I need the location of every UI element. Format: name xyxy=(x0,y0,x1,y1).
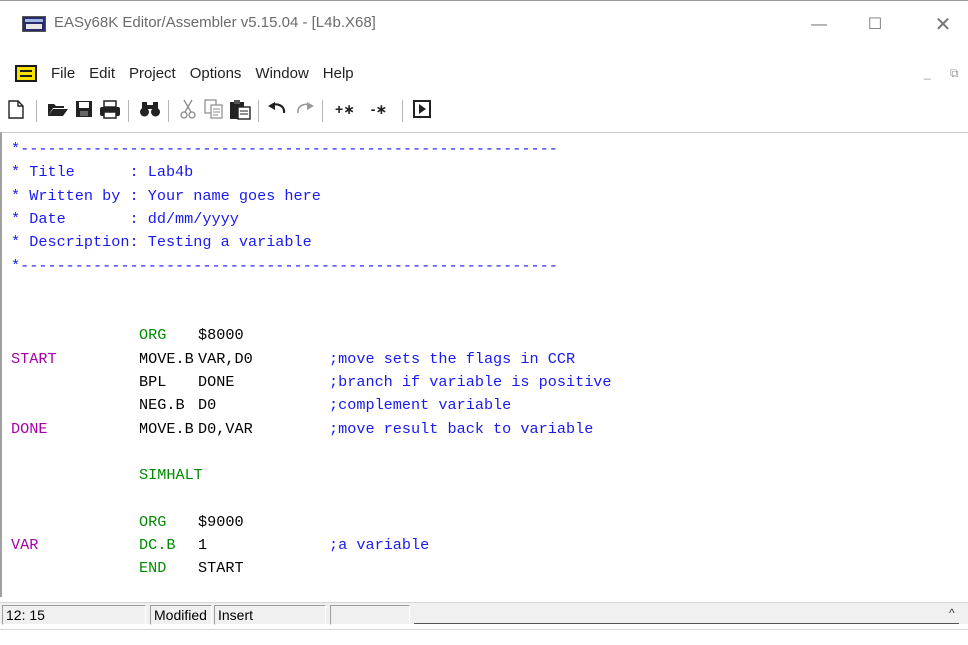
toolbar-separator xyxy=(402,100,403,122)
code-comment: ;move sets the flags in CCR xyxy=(329,349,576,368)
code-line: END START xyxy=(11,556,951,580)
minimize-button[interactable]: — xyxy=(796,7,842,43)
code-line: ORG $8000 xyxy=(11,323,951,347)
toolbar-separator xyxy=(168,100,169,122)
close-button[interactable]: ✕ xyxy=(920,7,966,43)
code-line: * Description: Testing a variable xyxy=(11,230,312,254)
code-line: *---------------------------------------… xyxy=(11,137,558,161)
code-line: BPL DONE ;branch if variable is positive xyxy=(11,370,951,394)
maximize-button[interactable]: ☐ xyxy=(852,7,898,43)
code-operand: VAR,D0 xyxy=(198,349,253,368)
app-icon[interactable] xyxy=(22,16,46,32)
code-operand: START xyxy=(198,559,244,578)
status-bar: 12: 15 Modified Insert ^ xyxy=(0,602,968,625)
code-operand: $9000 xyxy=(198,512,244,531)
menu-file[interactable]: File xyxy=(44,65,82,82)
menu-window[interactable]: Window xyxy=(248,65,315,82)
code-line: *---------------------------------------… xyxy=(11,254,558,278)
code-line: * Title : Lab4b xyxy=(11,160,193,184)
code-line: ORG $9000 xyxy=(11,510,951,534)
code-operand: DONE xyxy=(198,373,235,391)
code-comment: *---------------------------------------… xyxy=(11,140,558,158)
status-panel-empty xyxy=(330,605,410,625)
status-message-field xyxy=(414,606,959,624)
code-editor[interactable]: *---------------------------------------… xyxy=(0,132,968,597)
undo-icon[interactable] xyxy=(266,97,290,121)
modified-indicator: Modified xyxy=(150,605,212,625)
comment-remove-icon[interactable]: -∗ xyxy=(364,97,394,121)
toolbar-separator xyxy=(128,100,129,122)
menu-options[interactable]: Options xyxy=(183,65,249,82)
code-operand: D0 xyxy=(198,396,217,415)
code-opcode: ORG xyxy=(139,512,167,531)
menu-project[interactable]: Project xyxy=(122,65,183,82)
insert-mode-indicator: Insert xyxy=(214,605,326,625)
paste-clipboard-icon[interactable] xyxy=(228,97,252,121)
status-caret-icon: ^ xyxy=(949,606,955,620)
comment-add-label: +∗ xyxy=(335,100,355,117)
code-line: SIMHALT xyxy=(11,463,951,487)
code-opcode: BPL xyxy=(139,373,167,391)
code-operand: 1 xyxy=(198,536,208,555)
code-line: NEG.B D0 ;complement variable xyxy=(11,393,951,417)
code-comment: ;a variable xyxy=(329,536,430,555)
code-comment: *---------------------------------------… xyxy=(11,256,558,275)
code-label: DONE xyxy=(11,419,48,438)
code-operand: $8000 xyxy=(198,326,244,345)
menu-help[interactable]: Help xyxy=(316,65,361,82)
mdi-window-controls[interactable]: _ ⧉ ✕ xyxy=(924,66,968,81)
cut-scissors-icon[interactable] xyxy=(176,97,200,121)
cursor-position: 12: 15 xyxy=(2,605,146,625)
new-file-icon[interactable] xyxy=(4,97,28,121)
print-icon[interactable] xyxy=(98,97,122,121)
assemble-run-icon[interactable] xyxy=(410,97,434,121)
code-opcode: NEG.B xyxy=(139,396,185,415)
window-title: EASy68K Editor/Assembler v5.15.04 - [L4b… xyxy=(54,14,376,31)
code-label: VAR xyxy=(11,536,39,555)
code-comment: ;move result back to variable xyxy=(329,419,594,438)
code-comment: * Written by : Your name goes here xyxy=(11,186,321,205)
code-line: * Date : dd/mm/yyyy xyxy=(11,207,239,231)
redo-icon[interactable] xyxy=(292,97,316,121)
code-comment: * Description: Testing a variable xyxy=(11,233,312,252)
copy-icon[interactable] xyxy=(202,97,226,121)
code-opcode: MOVE.B xyxy=(139,419,194,438)
open-folder-icon[interactable] xyxy=(46,97,70,121)
code-comment: * Title : Lab4b xyxy=(11,163,194,182)
comment-add-icon[interactable]: +∗ xyxy=(330,97,360,121)
code-line: VAR DC.B 1 ;a variable xyxy=(11,533,951,557)
code-comment: * Date : dd/mm/yyyy xyxy=(11,209,239,228)
toolbar: +∗ -∗ xyxy=(0,92,968,126)
code-comment: ;branch if variable is positive xyxy=(329,373,612,391)
code-opcode: MOVE.B xyxy=(139,349,194,368)
title-bar: EASy68K Editor/Assembler v5.15.04 - [L4b… xyxy=(0,0,968,46)
code-opcode: END xyxy=(139,559,167,578)
code-opcode: ORG xyxy=(139,326,167,345)
toolbar-separator xyxy=(258,100,259,122)
menu-bar: File Edit Project Options Window Help _ … xyxy=(0,60,968,88)
code-line: DONE MOVE.B D0,VAR ;move result back to var… xyxy=(11,417,951,441)
code-operand: D0,VAR xyxy=(198,419,253,438)
code-label: START xyxy=(11,349,57,368)
comment-remove-label: -∗ xyxy=(370,100,388,117)
code-opcode: DC.B xyxy=(139,536,176,555)
code-line: * Written by : Your name goes here xyxy=(11,184,321,208)
menu-edit[interactable]: Edit xyxy=(82,65,122,82)
toolbar-separator xyxy=(36,100,37,122)
code-line: START MOVE.B VAR,D0 ;move sets the flags in… xyxy=(11,347,951,371)
find-binoculars-icon[interactable] xyxy=(138,97,162,121)
bottom-bar xyxy=(0,629,968,645)
document-menu-icon[interactable] xyxy=(15,65,37,82)
code-opcode: SIMHALT xyxy=(139,466,203,485)
code-comment: ;complement variable xyxy=(329,396,512,415)
toolbar-separator xyxy=(322,100,323,122)
save-disk-icon[interactable] xyxy=(72,97,96,121)
